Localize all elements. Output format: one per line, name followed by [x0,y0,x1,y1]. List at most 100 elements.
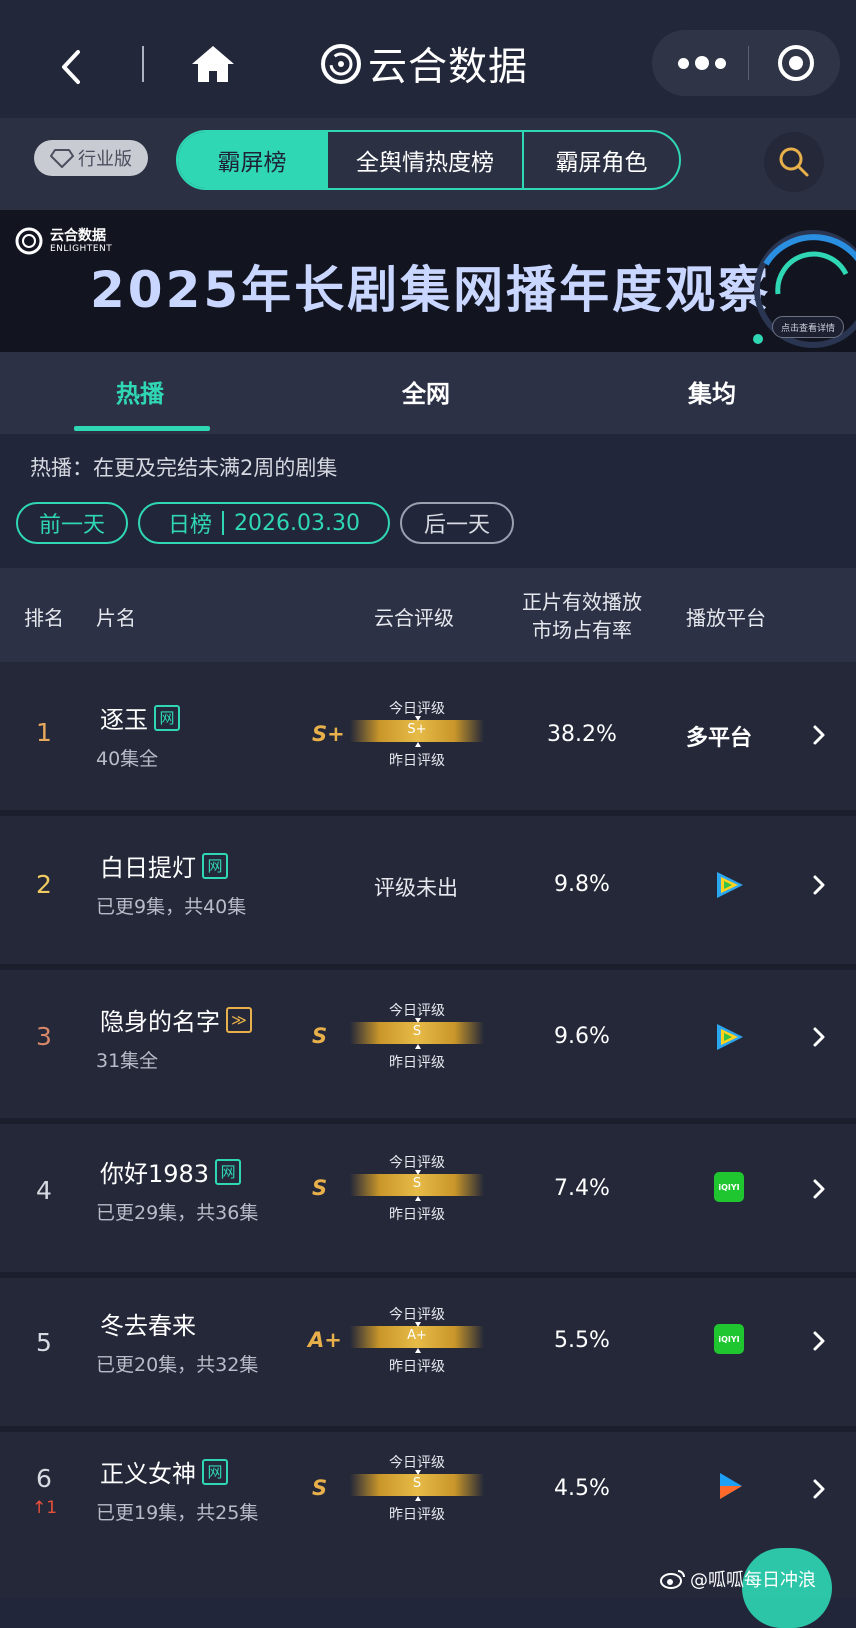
network-tag: 网 [202,852,228,879]
market-share: 38.2% [547,722,617,747]
episode-info: 已更19集，共25集 [96,1502,259,1524]
date-picker[interactable]: 日榜 2026.03.30 [138,502,390,544]
app-title: 云合数据 [368,45,529,90]
tab-per-episode[interactable]: 集均 [688,374,736,409]
banner-detail-button[interactable]: 点击查看详情 [772,316,845,338]
header-rating: 云合评级 [374,606,454,630]
table-row[interactable]: 2 白日提灯 网 已更9集，共40集 评级未出 9.8% [0,816,856,964]
meter-tick [415,1018,421,1023]
meter-yesterday-label: 昨日评级 [389,1359,445,1375]
meter-yesterday-label: 昨日评级 [389,753,445,769]
chevron-right-icon[interactable] [812,724,826,746]
banner-title: 2025年长剧集网播年度观察 [90,261,772,319]
grade-meter: 今日评级 S 昨日评级 [350,1152,484,1224]
tab-all-network[interactable]: 全网 [402,374,450,409]
show-title-text: 你好1983 [100,1160,210,1188]
grade-meter: 今日评级 S 昨日评级 [350,1000,484,1072]
segment-sentiment-board[interactable]: 全舆情热度榜 [328,132,524,188]
segment-bar: 行业版 霸屏榜 全舆情热度榜 霸屏角色 [0,118,856,210]
rank-change-value: 1 [46,1498,58,1518]
capsule-divider [748,46,749,80]
show-title: 隐身的名字 ≫ [100,1002,252,1037]
no-grade-text: 评级未出 [374,876,458,900]
arrow-up-icon: ↑ [32,1498,47,1518]
episode-info: 40集全 [96,748,159,770]
platform-logo [712,1020,746,1058]
more-icon[interactable] [678,49,726,77]
weibo-icon [660,1570,685,1589]
meter-tick [415,1470,421,1475]
meter-tick [415,716,421,721]
edition-badge[interactable]: 行业版 [34,140,148,176]
table-row[interactable]: 3 隐身的名字 ≫ 31集全 S 今日评级 S 昨日评级 9.6% [0,970,856,1118]
close-miniprogram-icon[interactable] [776,43,816,83]
network-tag: 网 [154,704,180,731]
grade-level: S [312,1476,328,1500]
search-button[interactable] [764,132,824,192]
prev-day-button[interactable]: 前一天 [16,502,128,544]
show-title-text: 隐身的名字 [100,1008,220,1036]
meter-today-label: 今日评级 [389,1155,445,1171]
grade-level: S+ [312,722,345,746]
watermark-text: @呱呱每日冲浪 [690,1570,816,1591]
show-title: 白日提灯 网 [100,848,228,883]
table-row[interactable]: 4 你好1983 网 已更29集，共36集 S 今日评级 S 昨日评级 7.4%… [0,1124,856,1272]
table-row[interactable]: 5 冬去春来 已更20集，共32集 A+ 今日评级 A+ 昨日评级 5.5% i… [0,1278,856,1426]
meter-grade: A+ [407,1328,427,1343]
mini-program-capsule [652,30,840,96]
chevron-right-icon[interactable] [812,1478,826,1500]
chevron-right-icon[interactable] [812,1178,826,1200]
ranking-tabs: 热播 全网 集均 [0,352,856,434]
chevron-right-icon[interactable] [812,1330,826,1352]
meter-today-label: 今日评级 [389,1455,445,1471]
weibo-watermark: @呱呱每日冲浪 [660,1566,816,1592]
meter-grade: S [412,1176,422,1191]
rank-number: 2 [36,870,52,899]
segment-dominance-board[interactable]: 霸屏榜 [178,132,328,188]
promo-banner[interactable]: 云合数据 ENLIGHTENT 2025年长剧集网播年度观察 点击查看详情 [0,210,856,352]
chevron-right-icon[interactable] [812,1026,826,1048]
header-platform: 播放平台 [686,606,766,630]
segment-dominance-roles[interactable]: 霸屏角色 [524,132,679,188]
youku-icon [720,1473,742,1499]
show-title: 你好1983 网 [100,1154,242,1189]
tencent-video-icon [717,1024,743,1050]
tab-hot[interactable]: 热播 [116,374,164,409]
chevron-right-icon[interactable] [812,874,826,896]
rank-number: 3 [36,1022,52,1051]
episode-info: 31集全 [96,1050,159,1072]
nav-divider [142,46,144,82]
meter-grade: S+ [407,722,427,737]
show-title: 冬去春来 [100,1306,196,1341]
tencent-video-icon [717,872,743,898]
table-row[interactable]: 1 逐玉 网 40集全 S+ 今日评级 S+ 昨日评级 38.2% 多平台 [0,662,856,810]
exclusive-tag: ≫ [226,1006,252,1033]
app-brand: 云合数据 [320,36,528,92]
network-tag: 网 [202,1458,228,1485]
next-day-button[interactable]: 后一天 [400,502,514,544]
meter-today-label: 今日评级 [389,701,445,717]
header-title: 片名 [96,606,136,630]
meter-today-label: 今日评级 [389,1307,445,1323]
show-title-text: 白日提灯 [100,854,196,882]
market-share: 7.4% [554,1176,610,1201]
meter-bar: S [350,1174,484,1196]
meter-bar: A+ [350,1326,484,1348]
meter-grade: S [412,1476,422,1491]
platform-label: 多平台 [686,726,753,751]
meter-tick [415,742,421,747]
search-icon [779,147,809,177]
show-title: 正义女神 网 [100,1454,228,1489]
episode-info: 已更29集，共36集 [96,1202,259,1224]
episode-info: 已更20集，共32集 [96,1354,259,1376]
meter-grade: S [412,1024,422,1039]
platform-logo [712,868,746,906]
market-share: 9.8% [554,872,610,897]
meter-yesterday-label: 昨日评级 [389,1207,445,1223]
meter-bar: S+ [350,720,484,742]
show-title-text: 正义女神 [100,1460,196,1488]
banner-logo-icon [15,227,43,255]
home-icon[interactable] [190,44,236,84]
back-icon[interactable] [56,48,86,86]
meter-bar: S [350,1474,484,1496]
